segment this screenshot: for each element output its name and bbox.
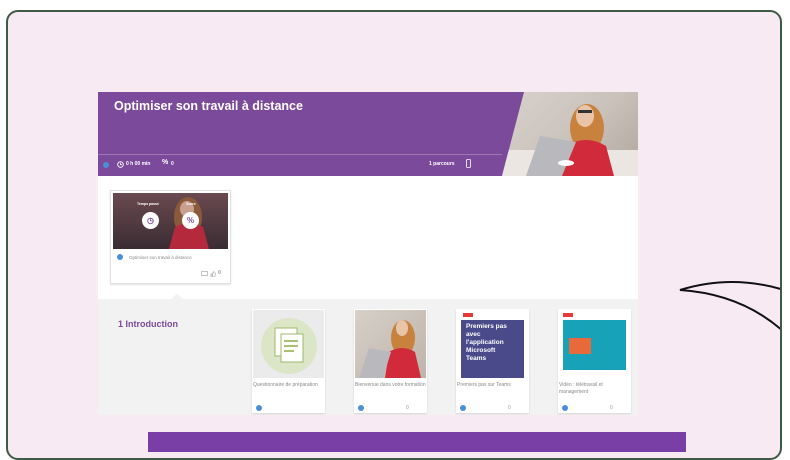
time-value: 0 h 00 min	[126, 161, 151, 167]
card-status-dot	[117, 254, 123, 260]
tile-teams[interactable]: Premiers pas avec l'application Microsof…	[456, 309, 529, 413]
time-spent-label: Temps passé	[137, 202, 159, 206]
documents-icon	[261, 318, 317, 374]
tile-status-dot	[562, 405, 568, 411]
slide-frame: Optimiser son travail à distance 0 h 00 …	[6, 10, 782, 460]
youtube-icon	[463, 313, 473, 317]
tile-image: Premiers pas avec l'application Microsof…	[457, 310, 528, 378]
youtube-icon	[563, 313, 573, 317]
score-value: 0	[171, 161, 174, 167]
course-card[interactable]: Temps passé Score ◷ % Optimiser son trav…	[110, 190, 231, 284]
thumb-up-icon	[210, 271, 216, 277]
bottom-banner	[148, 432, 686, 452]
screen-icon	[201, 271, 208, 276]
tile-caption: Questionnaire de préparation	[253, 382, 318, 388]
paths-count: 1 parcours	[429, 161, 455, 167]
tile-welcome[interactable]: Bienvenue dans votre formation 0	[354, 309, 427, 413]
course-title: Optimiser son travail à distance	[114, 99, 303, 113]
course-card-image: Temps passé Score ◷ %	[113, 193, 228, 249]
video-thumbnail	[563, 320, 626, 370]
course-header: Optimiser son travail à distance 0 h 00 …	[98, 92, 638, 176]
score-label: Score	[186, 202, 196, 206]
video-thumbnail: Premiers pas avec l'application Microsof…	[461, 320, 524, 378]
person-figure	[569, 338, 591, 354]
percent-icon: %	[162, 159, 169, 166]
tile-status-dot	[256, 405, 262, 411]
woman-at-laptop-icon	[502, 104, 638, 176]
status-dot	[103, 162, 109, 168]
tile-image	[253, 310, 324, 378]
score-percent-icon: %	[182, 212, 199, 229]
tile-caption: Bienvenue dans votre formation	[355, 382, 426, 388]
tile-caption: Vidéo : télétravail et management	[559, 382, 603, 395]
tile-status-dot	[460, 405, 466, 411]
module-title: 1 Introduction	[118, 319, 178, 329]
clock-icon	[117, 161, 124, 168]
tile-image	[559, 310, 630, 378]
tile-like-count: 0	[508, 405, 511, 411]
thumbnail-title: Premiers pas avec l'application Microsof…	[466, 323, 507, 362]
course-screenshot: Optimiser son travail à distance 0 h 00 …	[98, 92, 638, 415]
tile-like-count: 0	[406, 405, 409, 411]
speech-bubble-tail	[679, 281, 780, 330]
course-card-title: Optimiser son travail à distance	[129, 255, 192, 260]
timer-icon: ◷	[142, 212, 159, 229]
tile-image	[355, 310, 426, 378]
tile-video[interactable]: Vidéo : télétravail et management 0	[558, 309, 631, 413]
module-section: 1 Introduction Questionnaire de préparat…	[98, 299, 638, 415]
person-photo-icon	[169, 197, 209, 249]
tile-questionnaire[interactable]: Questionnaire de préparation	[252, 309, 325, 413]
header-photo	[502, 92, 638, 176]
mobile-icon	[466, 159, 471, 168]
woman-photo-icon	[359, 320, 421, 378]
tile-like-count: 0	[610, 405, 613, 411]
tile-status-dot	[358, 405, 364, 411]
tile-caption: Premiers pas sur Teams	[457, 382, 511, 388]
card-like-count: 0	[218, 270, 221, 276]
